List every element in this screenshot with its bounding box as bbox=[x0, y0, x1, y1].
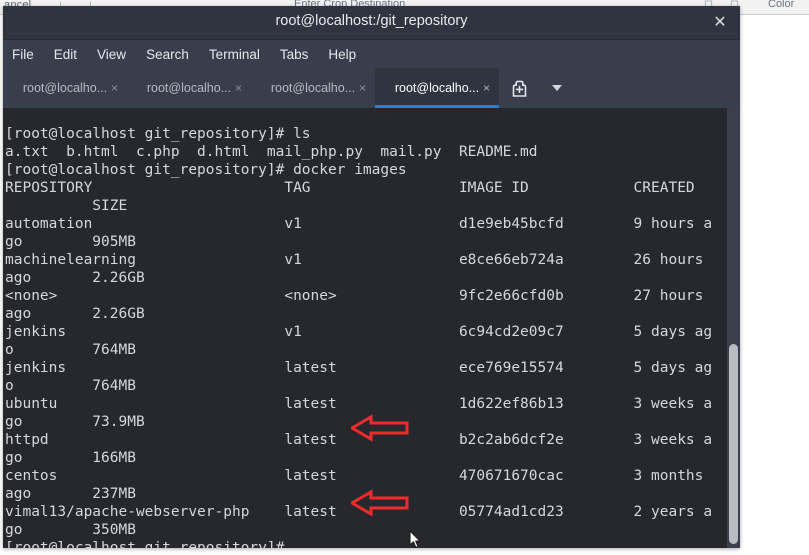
terminal-tab-2[interactable]: root@localho... × bbox=[127, 68, 251, 108]
terminal-window: root@localhost:/git_repository ✕ File Ed… bbox=[3, 6, 740, 548]
terminal-tab-1[interactable]: root@localho... × bbox=[3, 68, 127, 108]
terminal-scrollbar[interactable] bbox=[727, 108, 740, 548]
menu-item-terminal[interactable]: Terminal bbox=[209, 47, 260, 62]
tab-close-icon[interactable]: × bbox=[111, 81, 118, 95]
menu-item-tabs[interactable]: Tabs bbox=[280, 47, 309, 62]
background-color-label: Color bbox=[768, 0, 795, 10]
menu-item-edit[interactable]: Edit bbox=[54, 47, 77, 62]
tab-label: root@localho... bbox=[270, 81, 356, 95]
menu-item-file[interactable]: File bbox=[12, 47, 34, 62]
new-tab-icon[interactable] bbox=[499, 68, 539, 108]
chevron-down-icon[interactable] bbox=[539, 68, 575, 108]
cursor-arrow-icon bbox=[408, 530, 422, 550]
tab-label: root@localho... bbox=[146, 81, 232, 95]
tab-label: root@localho... bbox=[22, 81, 108, 95]
terminal-output-area[interactable]: [root@localhost git_repository]# ls a.tx… bbox=[3, 108, 740, 548]
tabbar: root@localho... × root@localho... × root… bbox=[3, 68, 740, 108]
menu-item-help[interactable]: Help bbox=[328, 47, 356, 62]
scrollbar-thumb[interactable] bbox=[729, 344, 738, 544]
close-icon[interactable]: ✕ bbox=[710, 13, 730, 33]
tab-close-icon[interactable]: × bbox=[235, 81, 242, 95]
tab-close-icon[interactable]: × bbox=[359, 81, 366, 95]
arrow-webserver-latest bbox=[349, 488, 409, 518]
terminal-tab-3[interactable]: root@localho... × bbox=[251, 68, 375, 108]
window-titlebar[interactable]: root@localhost:/git_repository ✕ bbox=[3, 6, 740, 40]
page-title: root@localhost:/git_repository bbox=[275, 13, 468, 29]
tab-label: root@localho... bbox=[394, 81, 480, 95]
terminal-tab-4-active[interactable]: root@localho... × bbox=[375, 68, 499, 108]
menu-item-view[interactable]: View bbox=[97, 47, 126, 62]
terminal-text: [root@localhost git_repository]# ls a.tx… bbox=[5, 125, 713, 549]
tab-close-icon[interactable]: × bbox=[483, 81, 490, 95]
caret-down-shape bbox=[552, 85, 562, 91]
menubar: File Edit View Search Terminal Tabs Help bbox=[3, 40, 740, 68]
arrow-httpd-latest bbox=[349, 413, 409, 443]
menu-item-search[interactable]: Search bbox=[146, 47, 189, 62]
